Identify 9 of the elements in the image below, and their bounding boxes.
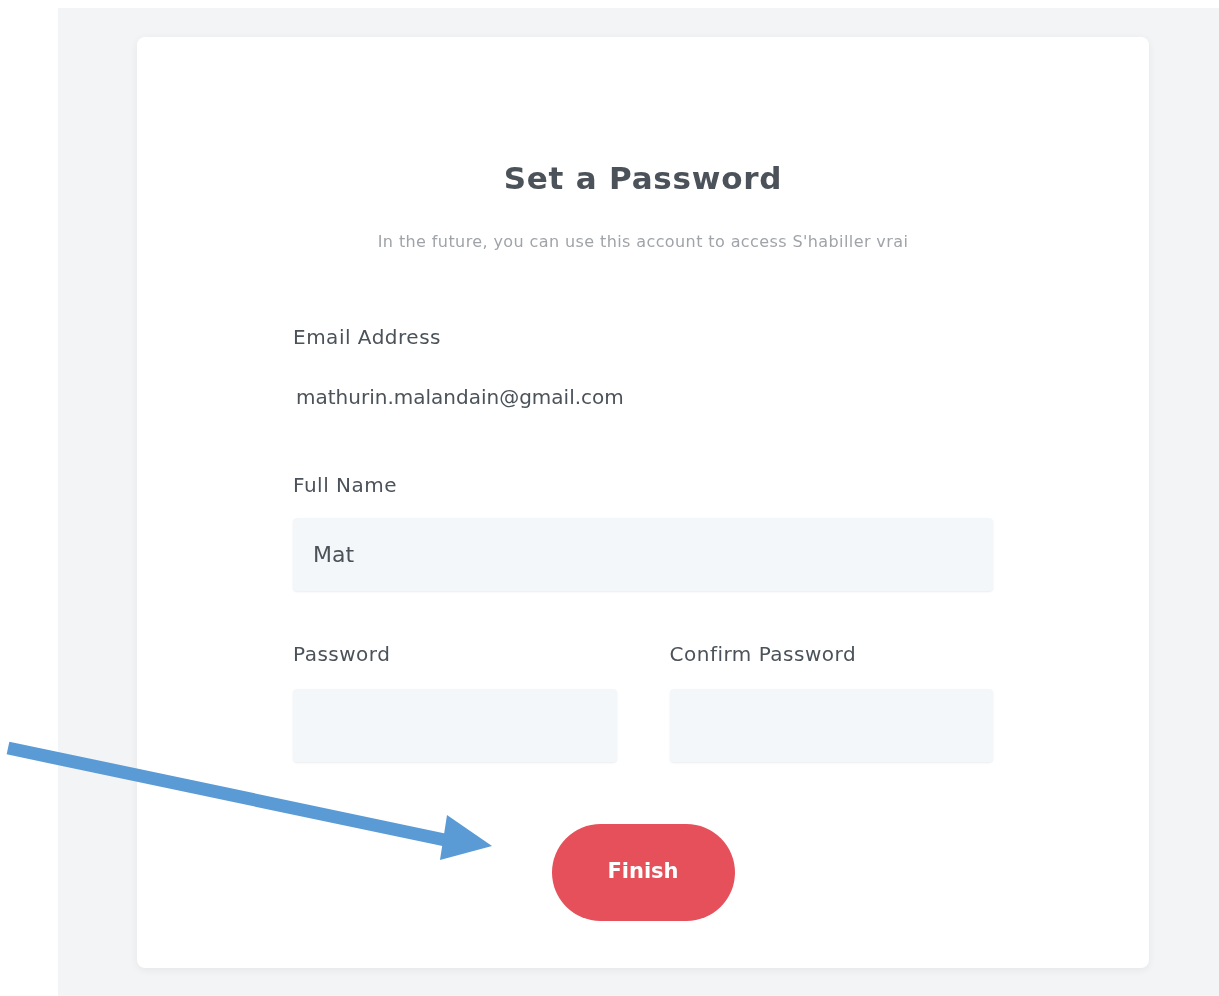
field-label: Email Address [293,323,442,351]
subtitle-text: In the future, you can use this account to access S'habiller vrai [377,230,909,253]
field-label: Full Name [293,471,399,499]
email-value: mathurin.malandain@gmail.com [296,383,625,411]
finish-button[interactable]: Finish [551,823,735,921]
full-name-field[interactable]: Mat [293,517,993,591]
page-title: Set a Password [503,159,783,198]
field-label: Password [293,640,392,668]
field-label: Confirm Password [669,640,858,668]
